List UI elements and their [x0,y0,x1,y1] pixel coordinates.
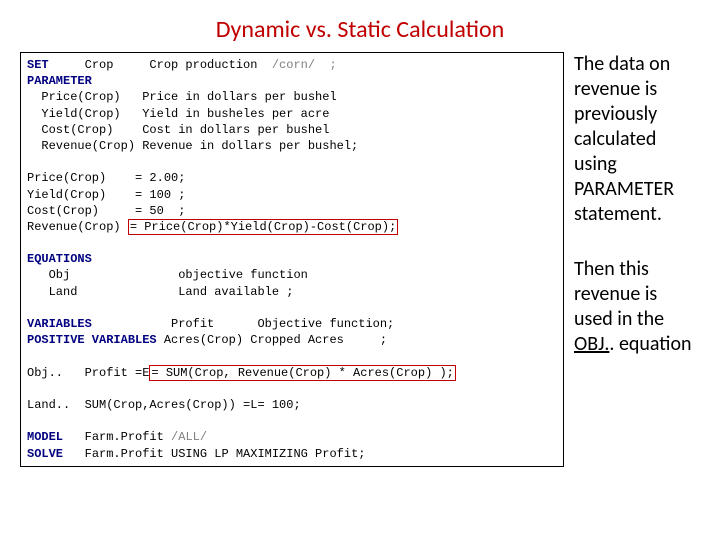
side-p2c: . equation [609,332,691,356]
kw-parameter: PARAMETER [27,74,92,88]
param-price: Price(Crop) Price in dollars per bushel [27,90,337,104]
assign-rev-left: Revenue(Crop) [27,220,128,234]
slide-title: Dynamic vs. Static Calculation [20,15,700,44]
assign-yield: Yield(Crop) = 100 ; [27,188,185,202]
side-notes: The data on revenue is previously calcul… [574,52,700,467]
code-block: SET Crop Crop production /corn/ ; PARAME… [20,52,564,467]
posvar-line: Acres(Crop) Cropped Acres ; [157,333,387,347]
highlight-revenue-calc: = Price(Crop)*Yield(Crop)-Cost(Crop); [128,219,398,235]
side-para-2: Then this revenue is used in the OBJ.. e… [574,257,700,357]
set-comment: /corn/ ; [272,58,337,72]
kw-positive-variables: POSITIVE VARIABLES [27,333,157,347]
model-line: Farm.Profit [63,430,171,444]
param-revenue: Revenue(Crop) Revenue in dollars per bus… [27,139,358,153]
var-line: Profit Objective function; [92,317,394,331]
param-yield: Yield(Crop) Yield in busheles per acre [27,107,329,121]
kw-set: SET [27,58,49,72]
set-line: Crop Crop production [49,58,272,72]
obj-left: Obj.. Profit =E [27,366,149,380]
kw-solve: SOLVE [27,447,63,461]
kw-variables: VARIABLES [27,317,92,331]
solve-line: Farm.Profit USING LP MAXIMIZING Profit; [63,447,365,461]
side-para-1: The data on revenue is previously calcul… [574,52,700,227]
model-comment: /ALL/ [171,430,207,444]
kw-model: MODEL [27,430,63,444]
land-line: Land.. SUM(Crop,Acres(Crop)) =L= 100; [27,398,301,412]
side-p2a: Then this revenue is used in the [574,257,664,331]
assign-cost: Cost(Crop) = 50 ; [27,204,185,218]
param-cost: Cost(Crop) Cost in dollars per bushel [27,123,329,137]
assign-price: Price(Crop) = 2.00; [27,171,185,185]
eq-obj: Obj objective function [27,268,308,282]
eq-land: Land Land available ; [27,285,293,299]
kw-equations: EQUATIONS [27,252,92,266]
content-row: SET Crop Crop production /corn/ ; PARAME… [20,52,700,467]
side-p2b: OBJ. [574,332,609,356]
highlight-obj-sum: = SUM(Crop, Revenue(Crop) * Acres(Crop) … [149,365,455,381]
